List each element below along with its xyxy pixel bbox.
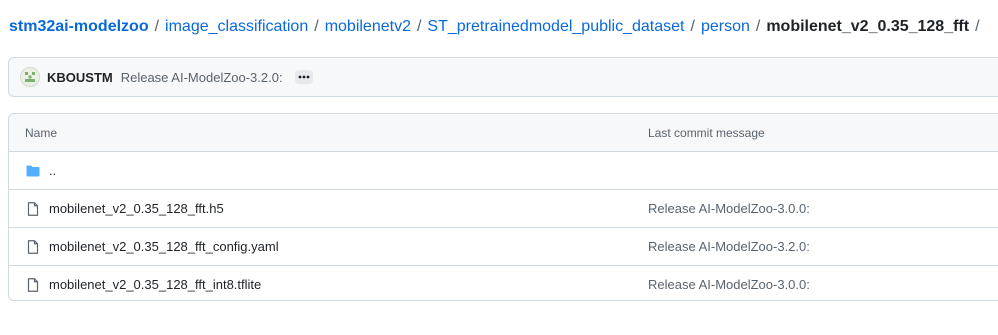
breadcrumb-link-pretrained-public-dataset[interactable]: ST_pretrainedmodel_public_dataset (427, 18, 684, 36)
file-name-link[interactable]: mobilenet_v2_0.35_128_fft.h5 (49, 201, 224, 216)
table-row[interactable]: mobilenet_v2_0.35_128_fft_config.yaml Re… (9, 228, 998, 266)
column-header-last-commit: Last commit message (648, 125, 765, 140)
expand-commit-button[interactable] (294, 70, 313, 84)
file-name-link[interactable]: .. (49, 163, 56, 178)
folder-icon (26, 165, 40, 177)
file-icon (27, 202, 39, 216)
latest-commit-bar: KBOUSTM Release AI-ModelZoo-3.2.0: (8, 57, 998, 97)
breadcrumb-separator: / (416, 18, 422, 35)
avatar-identicon-icon (25, 72, 35, 82)
breadcrumb-separator: / (314, 18, 319, 35)
kebab-horizontal-icon (298, 75, 309, 79)
breadcrumb-current: mobilenet_v2_0.35_128_fft (766, 18, 970, 35)
column-header-name: Name (25, 125, 58, 140)
table-row[interactable]: mobilenet_v2_0.35_128_fft_int8.tflite Re… (9, 266, 998, 300)
breadcrumb-link-mobilenetv2[interactable]: mobilenetv2 (325, 18, 411, 36)
breadcrumb: stm32ai-modelzoo / image_classification … (9, 16, 998, 38)
commit-message-link[interactable]: Release AI-ModelZoo-3.2.0: (648, 239, 810, 254)
file-icon (27, 240, 39, 254)
breadcrumb-separator: / (975, 18, 980, 35)
file-name-link[interactable]: mobilenet_v2_0.35_128_fft_config.yaml (49, 239, 279, 254)
table-row-parent-dir[interactable]: .. (9, 152, 998, 190)
breadcrumb-link-image-classification[interactable]: image_classification (165, 18, 308, 36)
table-header: Name Last commit message (9, 114, 998, 152)
breadcrumb-separator: / (755, 18, 761, 35)
commit-message-link[interactable]: Release AI-ModelZoo-3.0.0: (648, 201, 810, 216)
breadcrumb-root-link[interactable]: stm32ai-modelzoo (9, 18, 149, 36)
commit-message-link[interactable]: Release AI-ModelZoo-3.0.0: (648, 277, 810, 292)
file-table: Name Last commit message .. mobilenet_v2… (8, 113, 998, 301)
commit-message[interactable]: Release AI-ModelZoo-3.2.0: (121, 70, 283, 85)
avatar[interactable] (20, 67, 40, 87)
file-name-link[interactable]: mobilenet_v2_0.35_128_fft_int8.tflite (49, 277, 261, 292)
breadcrumb-separator: / (154, 18, 160, 35)
breadcrumb-link-person[interactable]: person (701, 18, 750, 36)
breadcrumb-separator: / (690, 18, 695, 35)
table-row[interactable]: mobilenet_v2_0.35_128_fft.h5 Release AI-… (9, 190, 998, 228)
commit-author[interactable]: KBOUSTM (47, 70, 113, 85)
file-icon (27, 278, 39, 292)
